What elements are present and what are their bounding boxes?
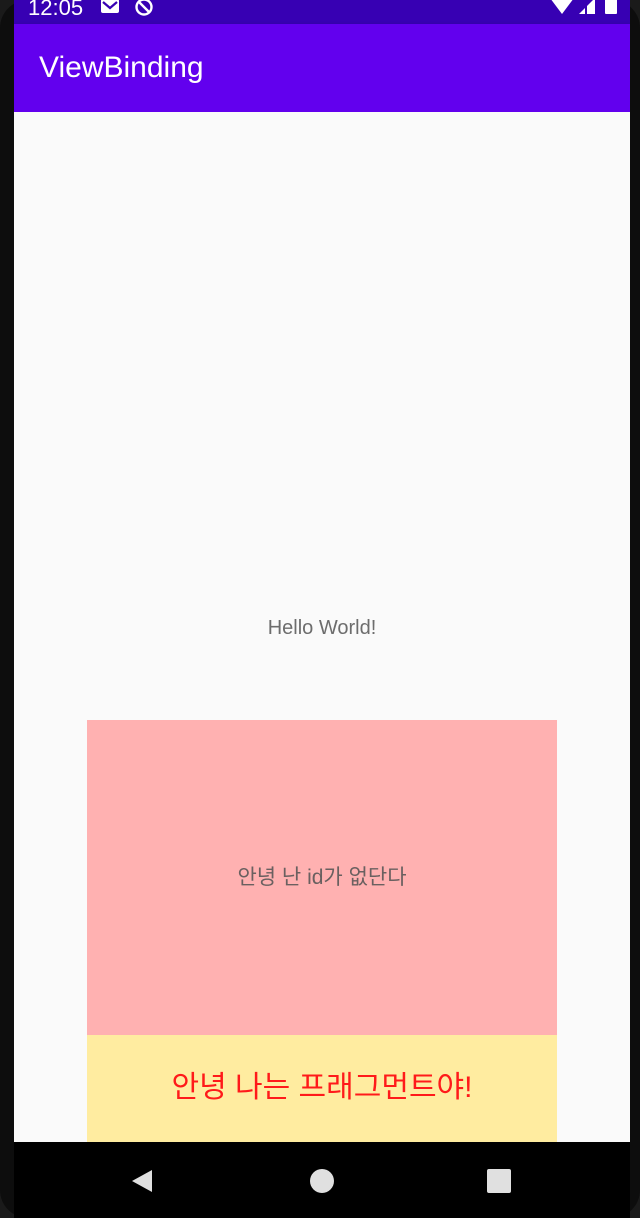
do-not-disturb-icon (135, 0, 153, 16)
gmail-icon (101, 0, 119, 13)
home-icon[interactable] (305, 1164, 339, 1198)
hello-world-text: Hello World! (267, 617, 377, 639)
wifi-icon (551, 0, 573, 14)
status-bar: 12:05 (14, 0, 630, 24)
device-frame: 12:05 ViewBinding Hello World! 안녕 난 id가 … (0, 0, 640, 1218)
pink-text-view-box: 안녕 난 id가 없단다 (87, 720, 557, 1035)
fragment-container: 안녕 나는 프래그먼트야! (87, 1035, 557, 1142)
screen: 12:05 ViewBinding Hello World! 안녕 난 id가 … (14, 0, 630, 1218)
app-title: ViewBinding (39, 51, 204, 84)
battery-icon (605, 0, 617, 14)
recents-icon[interactable] (482, 1164, 516, 1198)
app-bar: ViewBinding (14, 24, 630, 112)
main-content: Hello World! 안녕 난 id가 없단다 안녕 나는 프래그먼트야! (14, 112, 630, 1142)
no-id-text: 안녕 난 id가 없단다 (237, 866, 407, 889)
back-icon[interactable] (126, 1164, 160, 1198)
navigation-bar (14, 1142, 630, 1218)
fragment-text: 안녕 나는 프래그먼트야! (171, 1071, 473, 1104)
status-time: 12:05 (28, 0, 84, 20)
signal-icon (579, 0, 595, 14)
